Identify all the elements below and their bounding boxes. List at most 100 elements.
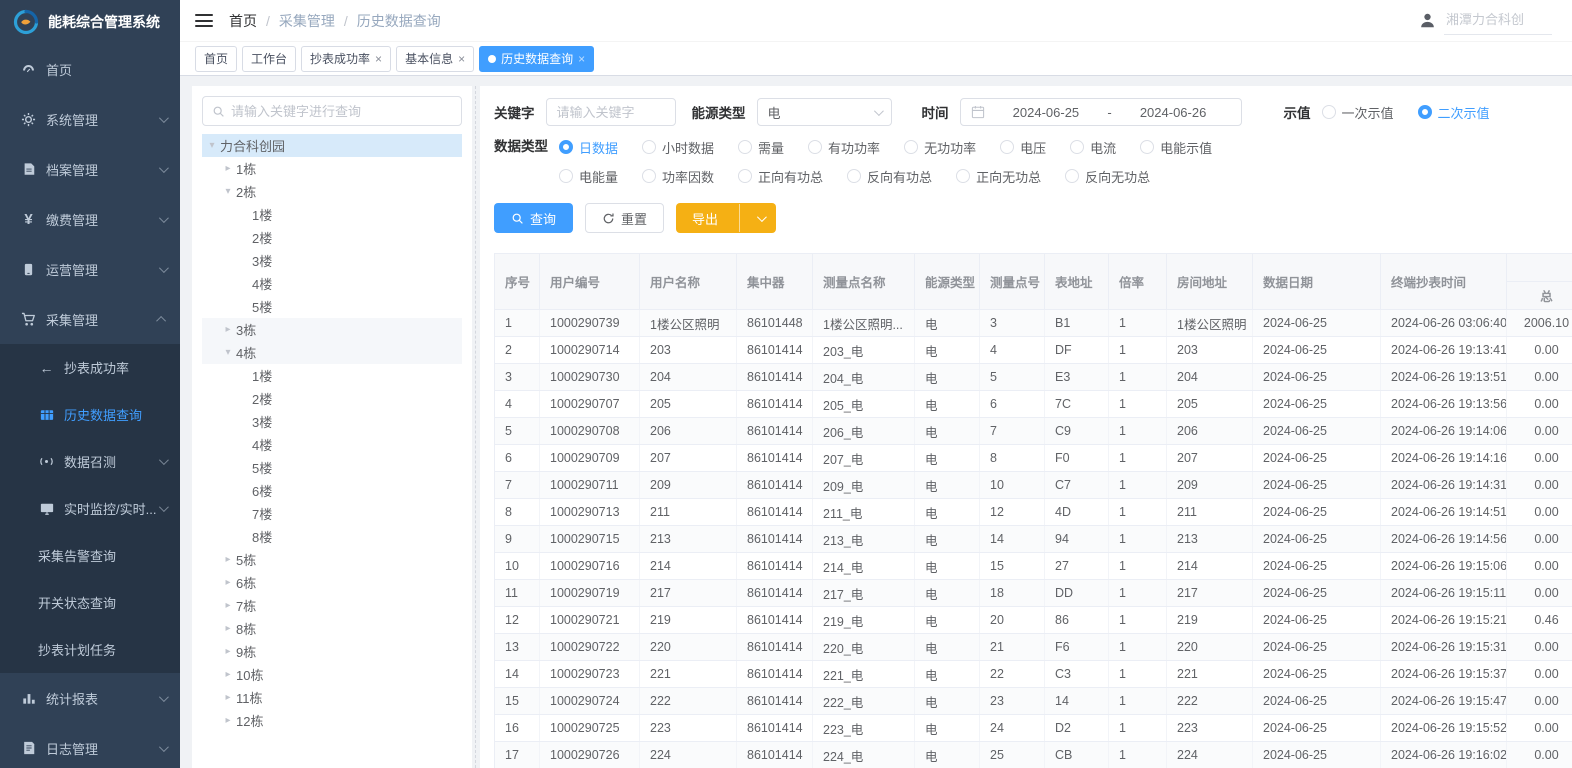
date-end[interactable]: 2024-06-26 bbox=[1116, 105, 1231, 120]
expand-arrow-icon[interactable] bbox=[220, 600, 236, 611]
tab[interactable]: 历史数据查询 bbox=[479, 46, 594, 72]
breadcrumb-item[interactable]: 历史数据查询 bbox=[335, 11, 441, 31]
sidebar-item[interactable]: ← 抄表成功率 bbox=[0, 344, 180, 391]
radio-option[interactable]: 日数据 bbox=[559, 138, 618, 157]
date-start[interactable]: 2024-06-25 bbox=[989, 105, 1104, 120]
close-icon[interactable] bbox=[458, 52, 465, 66]
sidebar-item[interactable]: 采集告警查询 bbox=[0, 532, 180, 579]
tree-node[interactable]: 2楼 bbox=[202, 226, 462, 249]
tree-node[interactable]: 7栋 bbox=[202, 594, 462, 617]
tree-node[interactable]: 2楼 bbox=[202, 387, 462, 410]
radio-option[interactable]: 电能示值 bbox=[1140, 138, 1212, 157]
sidebar-item[interactable]: 实时监控/实时... bbox=[0, 485, 180, 532]
tree-node[interactable]: 4楼 bbox=[202, 433, 462, 456]
tree-node[interactable]: 力合科创园 bbox=[202, 134, 462, 157]
tree-node[interactable]: 3栋 bbox=[202, 318, 462, 341]
sidebar-item-label: 抄表成功率 bbox=[64, 358, 166, 377]
tree-node[interactable]: 6栋 bbox=[202, 571, 462, 594]
expand-arrow-icon[interactable] bbox=[220, 577, 236, 588]
tree-node[interactable]: 3楼 bbox=[202, 249, 462, 272]
sidebar-item[interactable]: 统计报表 bbox=[0, 673, 180, 723]
radio-option[interactable]: 正向无功总 bbox=[956, 167, 1041, 186]
breadcrumb-item[interactable]: 采集管理 bbox=[257, 11, 335, 31]
sidebar-item[interactable]: 日志管理 bbox=[0, 723, 180, 768]
table-cell: 217_电 bbox=[813, 580, 915, 606]
expand-arrow-icon[interactable] bbox=[220, 347, 236, 358]
radio-option[interactable]: 无功功率 bbox=[904, 138, 976, 157]
tree-node[interactable]: 11栋 bbox=[202, 686, 462, 709]
radio-option[interactable]: 正向有功总 bbox=[738, 167, 823, 186]
tree-node[interactable]: 4栋 bbox=[202, 341, 462, 364]
user-box[interactable]: 湘潭力合科创 bbox=[1418, 7, 1552, 35]
tree-node[interactable]: 1楼 bbox=[202, 364, 462, 387]
reset-button[interactable]: 重置 bbox=[585, 203, 664, 233]
table-cell: 3 bbox=[495, 364, 540, 390]
sidebar-item[interactable]: 档案管理 bbox=[0, 144, 180, 194]
tree-node[interactable]: 7楼 bbox=[202, 502, 462, 525]
expand-arrow-icon[interactable] bbox=[220, 163, 236, 174]
date-range-picker[interactable]: 2024-06-25 - 2024-06-26 bbox=[960, 98, 1242, 126]
sidebar-item[interactable]: 开关状态查询 bbox=[0, 579, 180, 626]
expand-arrow-icon[interactable] bbox=[220, 554, 236, 565]
tree-node[interactable]: 4楼 bbox=[202, 272, 462, 295]
export-button[interactable]: 导出 bbox=[676, 203, 776, 233]
tab[interactable]: 基本信息 bbox=[396, 46, 474, 72]
table-cell: 电 bbox=[915, 634, 980, 660]
breadcrumb-item[interactable]: 首页 bbox=[229, 11, 257, 31]
sidebar-item[interactable]: 系统管理 bbox=[0, 94, 180, 144]
expand-arrow-icon[interactable] bbox=[204, 140, 220, 151]
keyword-input[interactable] bbox=[546, 98, 676, 126]
expand-arrow-icon[interactable] bbox=[220, 324, 236, 335]
expand-arrow-icon[interactable] bbox=[220, 669, 236, 680]
energy-type-select[interactable]: 电 bbox=[757, 98, 892, 126]
sidebar-item[interactable]: 抄表计划任务 bbox=[0, 626, 180, 673]
radio-option[interactable]: 反向有功总 bbox=[847, 167, 932, 186]
radio-option[interactable]: 反向无功总 bbox=[1065, 167, 1150, 186]
tree-node[interactable]: 5楼 bbox=[202, 295, 462, 318]
tree-node[interactable]: 8楼 bbox=[202, 525, 462, 548]
tree-node[interactable]: 5楼 bbox=[202, 456, 462, 479]
tab[interactable]: 工作台 bbox=[242, 46, 296, 72]
radio-option[interactable]: 电压 bbox=[1000, 138, 1046, 157]
table-cell: E3 bbox=[1045, 364, 1109, 390]
tree-search-input[interactable] bbox=[231, 104, 452, 119]
radio-option[interactable]: 有功功率 bbox=[808, 138, 880, 157]
expand-arrow-icon[interactable] bbox=[220, 646, 236, 657]
tree-node[interactable]: 6楼 bbox=[202, 479, 462, 502]
close-icon[interactable] bbox=[578, 52, 585, 66]
expand-arrow-icon[interactable] bbox=[220, 186, 236, 197]
radio-option[interactable]: 小时数据 bbox=[642, 138, 714, 157]
expand-arrow-icon[interactable] bbox=[220, 715, 236, 726]
panel-splitter[interactable] bbox=[472, 86, 480, 768]
table-cell: 电 bbox=[915, 391, 980, 417]
sidebar-item[interactable]: 数据召测 bbox=[0, 438, 180, 485]
tab[interactable]: 抄表成功率 bbox=[301, 46, 391, 72]
sidebar-item[interactable]: ¥ 缴费管理 bbox=[0, 194, 180, 244]
radio-option[interactable]: 一次示值 bbox=[1322, 103, 1394, 122]
radio-option[interactable]: 二次示值 bbox=[1418, 103, 1490, 122]
radio-option[interactable]: 电流 bbox=[1070, 138, 1116, 157]
tree-node[interactable]: 1栋 bbox=[202, 157, 462, 180]
radio-option[interactable]: 需量 bbox=[738, 138, 784, 157]
sidebar-item[interactable]: 采集管理 bbox=[0, 294, 180, 344]
query-button[interactable]: 查询 bbox=[494, 203, 573, 233]
tree-node[interactable]: 9栋 bbox=[202, 640, 462, 663]
tree-node[interactable]: 12栋 bbox=[202, 709, 462, 732]
sidebar-item[interactable]: 运营管理 bbox=[0, 244, 180, 294]
export-dropdown-toggle[interactable] bbox=[746, 204, 775, 232]
radio-option[interactable]: 功率因数 bbox=[642, 167, 714, 186]
tab[interactable]: 首页 bbox=[195, 46, 237, 72]
tree-node[interactable]: 2栋 bbox=[202, 180, 462, 203]
sidebar-item[interactable]: 历史数据查询 bbox=[0, 391, 180, 438]
radio-option[interactable]: 电能量 bbox=[559, 167, 618, 186]
tree-node[interactable]: 3楼 bbox=[202, 410, 462, 433]
expand-arrow-icon[interactable] bbox=[220, 623, 236, 634]
sidebar-item[interactable]: 首页 bbox=[0, 44, 180, 94]
hamburger-menu-icon[interactable] bbox=[195, 14, 213, 27]
tree-node[interactable]: 5栋 bbox=[202, 548, 462, 571]
tree-node[interactable]: 8栋 bbox=[202, 617, 462, 640]
close-icon[interactable] bbox=[375, 52, 382, 66]
expand-arrow-icon[interactable] bbox=[220, 692, 236, 703]
tree-node[interactable]: 1楼 bbox=[202, 203, 462, 226]
tree-node[interactable]: 10栋 bbox=[202, 663, 462, 686]
